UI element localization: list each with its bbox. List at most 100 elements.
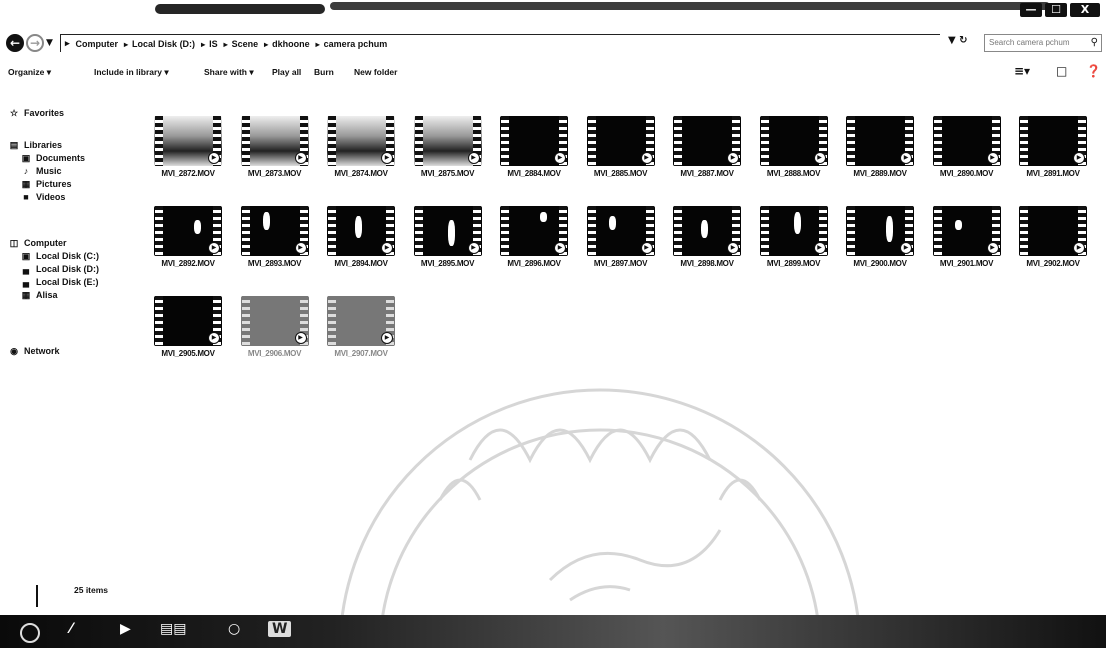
video-file-tile[interactable]: ▶ MVI_2873.MOV xyxy=(233,116,313,186)
start-button[interactable] xyxy=(20,623,40,643)
video-file-tile[interactable]: ▶ MVI_2872.MOV xyxy=(146,116,226,186)
search-icon[interactable]: ⚲ xyxy=(1091,37,1098,48)
thumbnail-highlight xyxy=(447,220,455,246)
film-strip-perforation xyxy=(760,206,769,256)
video-thumbnail: ▶ xyxy=(846,206,914,256)
preview-pane-icon[interactable]: □ xyxy=(1056,64,1067,78)
word-icon[interactable]: W xyxy=(268,621,292,637)
search-input[interactable]: Search camera pchum ⚲ xyxy=(984,34,1102,52)
breadcrumb-item-computer[interactable]: Computer xyxy=(76,39,119,49)
back-button[interactable]: ← xyxy=(6,34,24,52)
thumbnail-highlight xyxy=(262,212,270,230)
new-folder-button[interactable]: New folder xyxy=(354,67,397,77)
play-overlay-icon: ▶ xyxy=(467,152,480,164)
video-file-tile[interactable]: ▶ MVI_2887.MOV xyxy=(665,116,745,186)
maximize-button[interactable]: ☐ xyxy=(1045,3,1067,17)
address-bar: ← → ▼ ▸ Computer ▸ Local Disk (D:) ▸ IS ▸ S… xyxy=(0,30,1106,56)
video-file-tile[interactable]: ▶ MVI_2907.MOV xyxy=(319,296,399,366)
app-icon[interactable]: ○ xyxy=(228,621,240,637)
minimize-button[interactable]: — xyxy=(1020,3,1042,17)
play-overlay-icon: ▶ xyxy=(1073,242,1085,254)
play-overlay-icon: ▶ xyxy=(554,242,566,254)
chevron-right-icon: ▸ xyxy=(264,39,269,49)
breadcrumb-item-camera-pchum[interactable]: ▸ camera pchum xyxy=(316,39,388,49)
video-file-tile[interactable]: ▶ MVI_2901.MOV xyxy=(925,206,1005,276)
include-in-library-button[interactable]: Include in library ▾ xyxy=(94,67,169,78)
burn-button[interactable]: Burn xyxy=(314,67,334,77)
play-overlay-icon: ▶ xyxy=(1073,152,1085,164)
nav-item-documents[interactable]: ▣ Documents xyxy=(20,153,85,164)
breadcrumb[interactable]: ▸ Computer ▸ Local Disk (D:) ▸ IS ▸ Scene ▸… xyxy=(60,34,940,52)
video-file-tile[interactable]: ▶ MVI_2898.MOV xyxy=(665,206,745,276)
video-file-tile[interactable]: ▶ MVI_2874.MOV xyxy=(319,116,399,186)
star-icon: ☆ xyxy=(9,107,19,118)
video-file-tile[interactable]: ▶ MVI_2905.MOV xyxy=(146,296,226,366)
refresh-icon[interactable]: ▼ ↻ xyxy=(948,35,968,46)
film-strip-perforation xyxy=(328,206,336,256)
play-all-button[interactable]: Play all xyxy=(272,67,301,77)
breadcrumb-root-chevron-icon[interactable]: ▸ xyxy=(65,38,70,49)
play-overlay-icon: ▶ xyxy=(900,152,912,164)
nav-item-local-disk-c[interactable]: ▣ Local Disk (C:) xyxy=(20,251,99,262)
video-file-tile[interactable]: ▶ MVI_2890.MOV xyxy=(925,116,1005,186)
breadcrumb-item-local-disk-d[interactable]: ▸ Local Disk (D:) xyxy=(124,39,195,49)
thumbnail-highlight xyxy=(608,216,616,230)
video-file-tile[interactable]: ▶ MVI_2906.MOV xyxy=(233,296,313,366)
media-player-icon[interactable]: ▶ xyxy=(120,621,131,637)
forward-button[interactable]: → xyxy=(26,34,44,52)
help-icon[interactable]: ❓ xyxy=(1086,64,1101,78)
film-strip-perforation xyxy=(414,116,423,166)
video-file-tile[interactable]: ▶ MVI_2894.MOV xyxy=(319,206,399,276)
film-strip-perforation xyxy=(674,206,682,256)
nav-item-local-disk-e[interactable]: ▄ Local Disk (E:) xyxy=(20,277,99,287)
file-name-label: MVI_2889.MOV xyxy=(853,169,907,178)
video-file-tile[interactable]: ▶ MVI_2902.MOV xyxy=(1011,206,1091,276)
film-strip-perforation xyxy=(328,296,336,346)
chevron-right-icon: ▸ xyxy=(124,39,129,49)
nav-item-pictures[interactable]: ▦ Pictures xyxy=(20,179,72,190)
file-name-label: MVI_2873.MOV xyxy=(247,169,302,178)
video-file-tile[interactable]: ▶ MVI_2900.MOV xyxy=(838,206,918,276)
share-with-button[interactable]: Share with ▾ xyxy=(204,67,254,78)
video-file-tile[interactable]: ▶ MVI_2884.MOV xyxy=(492,116,572,186)
video-file-tile[interactable]: ▶ MVI_2895.MOV xyxy=(406,206,486,276)
video-file-tile[interactable]: ▶ MVI_2896.MOV xyxy=(492,206,572,276)
title-bar: — ☐ X xyxy=(0,0,1106,28)
view-options-icon[interactable]: ≡▾ xyxy=(1014,64,1030,78)
film-strip-perforation xyxy=(587,116,596,166)
explorer-icon[interactable]: ▤▤ xyxy=(160,621,186,637)
play-overlay-icon: ▶ xyxy=(727,152,739,164)
video-file-tile[interactable]: ▶ MVI_2899.MOV xyxy=(752,206,832,276)
breadcrumb-item-is[interactable]: ▸ IS xyxy=(201,39,218,49)
video-file-tile[interactable]: ▶ MVI_2897.MOV xyxy=(579,206,659,276)
video-file-tile[interactable]: ▶ MVI_2875.MOV xyxy=(406,116,486,186)
nav-item-favorites[interactable]: ☆ Favorites xyxy=(8,107,64,119)
video-file-tile[interactable]: ▶ MVI_2893.MOV xyxy=(233,206,313,276)
nav-item-libraries[interactable]: ▤ Libraries xyxy=(8,140,62,151)
navigation-pane: ☆ Favorites ▤ Libraries ▣ Documents ♪ Music … xyxy=(0,96,140,576)
video-file-tile[interactable]: ▶ MVI_2885.MOV xyxy=(579,116,659,186)
nav-item-network[interactable]: ◉ Network xyxy=(8,346,59,357)
recent-pages-dropdown-icon[interactable]: ▼ xyxy=(46,38,53,48)
video-thumbnail: ▶ xyxy=(673,116,741,166)
nav-item-music[interactable]: ♪ Music xyxy=(20,166,62,176)
play-overlay-icon: ▶ xyxy=(294,332,307,344)
organize-button[interactable]: Organize ▾ xyxy=(8,67,51,78)
nav-item-local-disk-d[interactable]: ▄ Local Disk (D:) xyxy=(20,264,99,274)
video-file-tile[interactable]: ▶ MVI_2888.MOV xyxy=(752,116,832,186)
video-file-tile[interactable]: ▶ MVI_2889.MOV xyxy=(838,116,918,186)
video-thumbnail: ▶ xyxy=(500,206,568,256)
film-strip-perforation xyxy=(501,206,509,256)
breadcrumb-item-dkhoone[interactable]: ▸ dkhoone xyxy=(264,39,310,49)
video-thumbnail: ▶ xyxy=(586,206,655,256)
breadcrumb-item-scene[interactable]: ▸ Scene xyxy=(224,39,259,49)
nav-item-videos[interactable]: ■ Videos xyxy=(20,192,65,202)
nav-item-computer[interactable]: ◫ Computer xyxy=(8,238,67,249)
thumbnail-highlight xyxy=(701,220,708,238)
nav-item-alisa[interactable]: ▦ Alisa xyxy=(20,290,58,301)
video-file-tile[interactable]: ▶ MVI_2891.MOV xyxy=(1011,116,1091,186)
internet-explorer-icon[interactable]: ⁄ xyxy=(70,621,72,637)
close-button[interactable]: X xyxy=(1070,3,1100,17)
play-overlay-icon: ▶ xyxy=(381,152,393,164)
video-file-tile[interactable]: ▶ MVI_2892.MOV xyxy=(146,206,226,276)
